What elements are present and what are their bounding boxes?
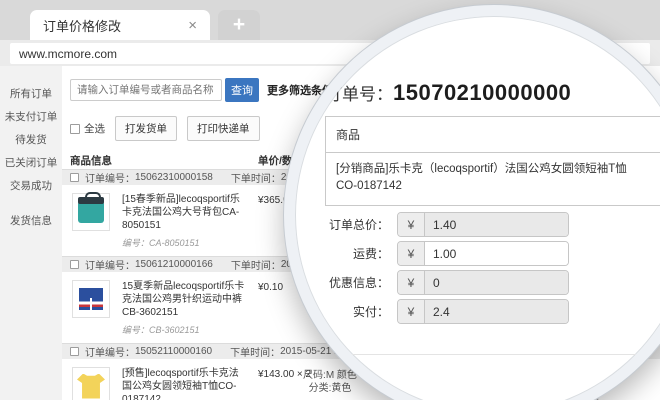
product-price: ¥0.10	[258, 282, 283, 293]
magnifier-content: 订单号：15070210000000 商品 [分销商品]乐卡克（lecoqspo…	[295, 16, 660, 400]
new-tab-button[interactable]: +	[218, 10, 260, 40]
order-time-label: 下单时间：	[231, 170, 281, 185]
price-edit-form: 订单总价： ¥ 运费： ¥ 优惠信息： ¥	[323, 212, 569, 324]
sidebar-item-all-orders[interactable]: 所有订单	[0, 82, 62, 105]
sidebar-item-completed[interactable]: 交易成功	[0, 174, 62, 197]
order-checkbox[interactable]	[70, 260, 79, 269]
page: 订单价格修改 × + 所有订单 未支付订单 待发货 已关闭订单 交易成功 发货信…	[0, 0, 660, 400]
plus-icon: +	[233, 13, 245, 37]
currency-symbol: ¥	[398, 300, 425, 323]
print-express-button[interactable]: 打印快递单	[187, 116, 260, 141]
select-all-checkbox[interactable]	[70, 124, 80, 134]
product-title[interactable]: 15夏季新品lecoqsportif乐卡克法国公鸡男针织运动中裤CB-36021…	[122, 280, 246, 319]
sku-value: CB-3602151	[149, 325, 200, 335]
order-time-label: 下单时间：	[230, 344, 280, 359]
search-button[interactable]: 查询	[225, 78, 259, 102]
bag-icon	[78, 201, 104, 223]
order-no-label: 订单编号：	[85, 170, 135, 185]
sku-label: 编号：	[122, 238, 149, 248]
sku-label: 编号：	[122, 325, 149, 335]
order-checkbox[interactable]	[70, 173, 79, 182]
order-checkbox[interactable]	[70, 347, 79, 356]
shipping-fee-input[interactable]	[425, 242, 568, 265]
magnified-order-title: 订单号：15070210000000	[325, 80, 571, 106]
currency-symbol: ¥	[398, 271, 425, 294]
print-delivery-button[interactable]: 打发货单	[115, 116, 177, 141]
column-product-info: 商品信息	[70, 153, 112, 168]
product-attrs: 尺码:M 颜色分类:黄色	[300, 369, 360, 395]
form-row-shipping-fee: 运费： ¥	[323, 241, 569, 266]
close-icon[interactable]: ×	[188, 18, 197, 33]
select-all-label: 全选	[84, 121, 105, 136]
sku-value: CA-8050151	[149, 238, 200, 248]
order-no: 15070210000000	[393, 80, 571, 105]
search-input[interactable]	[70, 79, 222, 101]
discount-label: 优惠信息：	[323, 274, 389, 291]
tab-title: 订单价格修改	[43, 16, 121, 35]
sidebar-item-closed-orders[interactable]: 已关闭订单	[0, 151, 62, 174]
actual-paid-input[interactable]	[425, 300, 568, 323]
sidebar-item-shipping-info[interactable]: 发货信息	[0, 209, 62, 232]
currency-symbol: ¥	[398, 242, 425, 265]
browser-tab[interactable]: 订单价格修改 ×	[30, 10, 210, 40]
tshirt-icon	[77, 374, 105, 399]
product-title[interactable]: [15春季新品]lecoqsportif乐卡克法国公鸡大号背包CA-805015…	[122, 193, 246, 232]
order-no-label: 订单编号：	[85, 257, 135, 272]
sidebar-item-to-ship[interactable]: 待发货	[0, 128, 62, 151]
product-image	[72, 280, 110, 318]
actual-paid-label: 实付：	[323, 303, 389, 320]
divider	[323, 354, 660, 355]
shorts-icon	[79, 288, 103, 310]
product-image	[72, 367, 110, 400]
form-row-order-total: 订单总价： ¥	[323, 212, 569, 237]
product-title[interactable]: [预售]lecoqsportif乐卡克法国公鸡女圆领短袖T恤CO-0187142	[122, 367, 246, 400]
order-no-label: 订单编号：	[85, 344, 135, 359]
magnified-product-table: 商品 [分销商品]乐卡克（lecoqsportif）法国公鸡女圆领短袖T恤CO-…	[325, 116, 660, 206]
discount-input[interactable]	[425, 271, 568, 294]
order-no: 15062310000158	[135, 172, 213, 183]
order-total-input[interactable]	[425, 213, 568, 236]
product-title: [分销商品]乐卡克（lecoqsportif）法国公鸡女圆领短袖T恤CO-018…	[326, 153, 656, 205]
form-row-discount: 优惠信息： ¥	[323, 270, 569, 295]
sidebar-item-unpaid-orders[interactable]: 未支付订单	[0, 105, 62, 128]
order-total-label: 订单总价：	[323, 216, 389, 233]
currency-symbol: ¥	[398, 213, 425, 236]
shipping-fee-label: 运费：	[323, 245, 389, 262]
order-no: 15061210000166	[135, 259, 213, 270]
sidebar: 所有订单 未支付订单 待发货 已关闭订单 交易成功 发货信息	[0, 66, 62, 400]
order-no-label: 订单号：	[325, 85, 393, 104]
order-time-label: 下单时间：	[231, 257, 281, 272]
product-column-header: 商品	[326, 117, 660, 153]
product-image	[72, 193, 110, 231]
order-no: 15052110000160	[135, 346, 212, 357]
form-row-actual-paid: 实付： ¥	[323, 299, 569, 324]
